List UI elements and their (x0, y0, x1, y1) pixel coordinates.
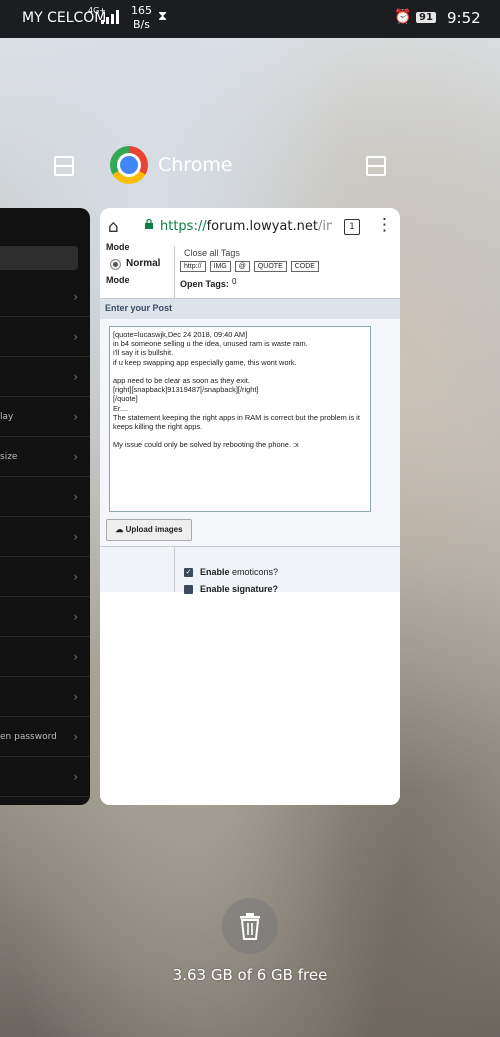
enable-emoticons-checkbox[interactable]: ✓ (184, 568, 193, 577)
list-item: › (0, 678, 90, 717)
home-icon[interactable]: ⌂ (108, 217, 119, 237)
divider (174, 547, 175, 592)
tag-button-img[interactable]: IMG (209, 261, 231, 272)
list-item: lay › (0, 398, 90, 437)
chevron-right-icon: › (73, 450, 78, 464)
list-item: › (0, 558, 90, 597)
normal-mode-label: Normal (126, 258, 161, 269)
chevron-right-icon: › (73, 490, 78, 504)
divider (174, 246, 175, 298)
chevron-right-icon: › (73, 290, 78, 304)
chevron-right-icon: › (73, 570, 78, 584)
chevron-right-icon: › (73, 410, 78, 424)
list-item: › (0, 598, 90, 637)
list-item: › (0, 758, 90, 797)
mode-label: Mode (106, 275, 130, 285)
search-bar (0, 246, 78, 270)
enable-signature-label: Enable signature? (200, 584, 279, 594)
chevron-right-icon: › (73, 530, 78, 544)
tag-button-quote[interactable]: QUOTE (253, 261, 287, 272)
chevron-right-icon: › (73, 370, 78, 384)
list-item: › (0, 358, 90, 397)
more-options-icon[interactable]: ⋮ (376, 215, 393, 235)
clear-all-button[interactable] (222, 898, 278, 954)
chrome-icon (110, 146, 148, 184)
upload-images-button[interactable]: ☁ Upload images (106, 519, 192, 541)
tag-button-url[interactable]: http:// (180, 261, 206, 272)
post-options: ✓ Enable emoticons? Enable signature? (100, 546, 400, 594)
list-item: en password › (0, 718, 90, 757)
tab-switcher-button[interactable]: 1 (344, 219, 360, 235)
post-section: [quote=lucaswjk,Dec 24 2018, 09:40 AM] i… (100, 319, 400, 594)
list-item: › (0, 278, 90, 317)
status-bar: MY CELCOM 4G+ 165 B/s ⧗ ⏰ 91 9:52 (0, 0, 500, 38)
chevron-right-icon: › (73, 650, 78, 664)
list-item: › (0, 518, 90, 557)
close-all-tags-link[interactable]: Close all Tags (184, 248, 240, 258)
memory-status: 3.63 GB of 6 GB free (172, 966, 328, 984)
list-item: size › (0, 438, 90, 477)
open-tags-label: Open Tags: (180, 279, 229, 289)
blank-page-area (100, 596, 400, 805)
enable-emoticons-label: Enable emoticons? (200, 567, 279, 577)
post-textarea[interactable]: [quote=lucaswjk,Dec 24 2018, 09:40 AM] i… (109, 326, 371, 512)
list-item: › (0, 638, 90, 677)
upload-icon: ☁ (115, 525, 124, 534)
alarm-icon: ⏰ (394, 9, 412, 25)
chrome-toolbar: ⌂ https://forum.lowyat.net/index.p 1 ⋮ (100, 208, 400, 247)
enable-signature-checkbox[interactable] (184, 585, 193, 594)
open-tags-count: 0 (228, 277, 268, 288)
tag-buttons: http:// IMG @ QUOTE CODE (180, 261, 319, 272)
chevron-right-icon: › (73, 730, 78, 744)
url-bar[interactable]: https://forum.lowyat.net/index.p (160, 219, 332, 234)
web-page: Mode Normal Mode Close all Tags http:// … (100, 242, 400, 596)
network-speed: 165 B/s (131, 4, 152, 31)
section-header: Enter your Post (100, 298, 400, 320)
clock: 9:52 (447, 9, 481, 27)
list-item: › (0, 478, 90, 517)
normal-mode-radio[interactable] (110, 259, 121, 270)
battery-icon: 91 (416, 12, 436, 23)
chevron-right-icon: › (73, 770, 78, 784)
tag-button-mention[interactable]: @ (234, 261, 250, 272)
recent-app-card-chrome[interactable]: ⌂ https://forum.lowyat.net/index.p 1 ⋮ M… (100, 208, 400, 805)
lock-icon (145, 219, 153, 229)
trash-icon (240, 913, 260, 940)
chevron-right-icon: › (73, 690, 78, 704)
app-title: Chrome (158, 154, 233, 176)
recent-app-card-settings[interactable]: › › › lay › size › › › › › › › en password… (0, 208, 90, 805)
chevron-right-icon: › (73, 610, 78, 624)
tag-button-code[interactable]: CODE (290, 261, 319, 272)
list-item: › (0, 318, 90, 357)
split-screen-icon[interactable] (366, 156, 386, 176)
hourglass-icon: ⧗ (158, 9, 168, 24)
mode-label: Mode (106, 242, 130, 252)
split-screen-icon[interactable] (54, 156, 74, 176)
signal-icon (101, 10, 119, 24)
chevron-right-icon: › (73, 330, 78, 344)
